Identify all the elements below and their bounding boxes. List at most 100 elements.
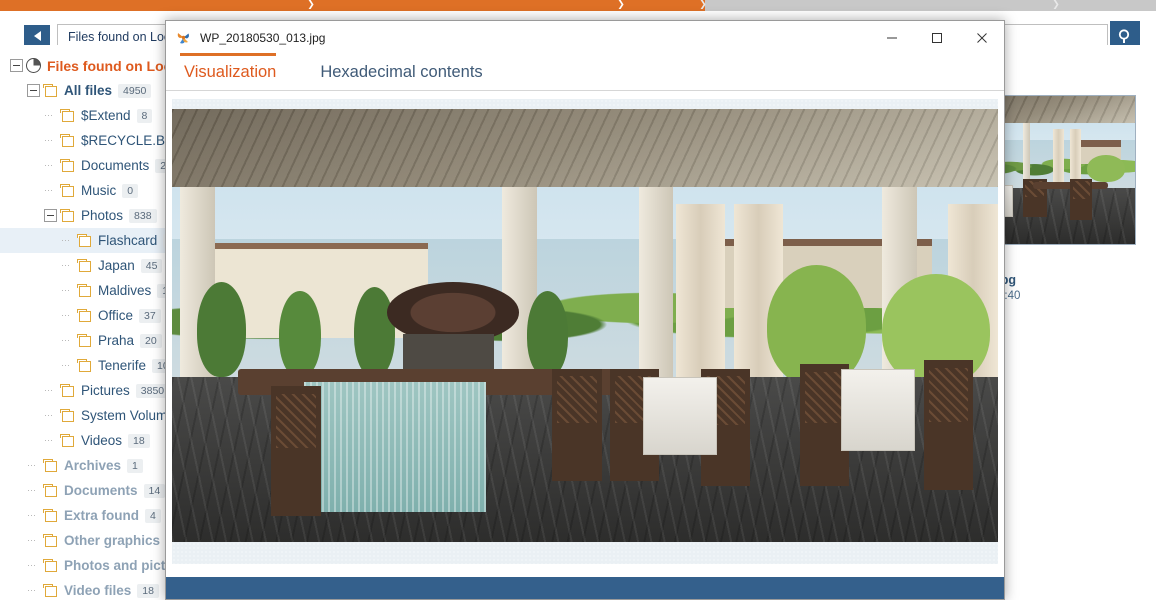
tree-node-label: Japan [98,258,135,273]
tree-node-count-badge: 14 [143,483,166,498]
dialog-footer-bar [166,577,1004,599]
wizard-progress-fill [0,0,706,11]
folder-icon [77,308,92,323]
viewer-top-padding [172,99,998,109]
folder-icon [60,183,75,198]
tree-node-label: Praha [98,333,135,348]
tree-node-connector [61,234,74,247]
tree-node-label: Pictures [81,383,130,398]
folder-icon [77,358,92,373]
folder-icon [60,158,75,173]
wizard-progress-strip: ❯ ❯ ❯ ❯ [0,0,1156,11]
tree-node-label: Maldives [98,283,152,298]
active-tab-accent [180,53,276,56]
wizard-step-chevron-2: ❯ [617,0,625,10]
tree-node-label: All files [64,83,113,98]
tree-node-count-badge: 20 [140,333,162,348]
folder-icon [43,508,58,523]
tree-node-label: $RECYCLE.BIN [81,133,179,148]
tree-node-connector [61,259,74,272]
tree-node-label: Documents [81,158,150,173]
maximize-icon [931,32,942,43]
tree-node-connector [61,334,74,347]
tree-node-count-badge: 18 [137,583,159,598]
tab-hexadecimal-contents[interactable]: Hexadecimal contents [316,63,498,90]
file-preview-dialog: WP_20180530_013.jpg Visualization Hexade… [165,20,1005,600]
tree-node-label: Other graphics [64,533,161,548]
tree-node-label: Videos [81,433,123,448]
tree-expander-toggle[interactable] [44,209,57,222]
folder-icon [43,483,58,498]
search-icon [1118,28,1129,43]
preview-photo [172,109,998,542]
folder-icon [77,283,92,298]
folder-icon [43,83,58,98]
tree-node-connector [44,409,57,422]
tree-node-count-badge: 37 [139,308,161,323]
tree-node-label: Office [98,308,134,323]
image-viewer[interactable] [172,99,998,564]
tree-node-connector [61,309,74,322]
folder-icon [77,258,92,273]
folder-icon [60,133,75,148]
minimize-button[interactable] [869,21,914,54]
tree-node-connector [27,534,40,547]
dialog-tab-bar[interactable]: Visualization Hexadecimal contents [166,53,1004,91]
viewer-bottom-padding [172,542,998,564]
dialog-title-text: WP_20180530_013.jpg [200,30,326,45]
tree-node-count-badge: 4950 [118,83,152,98]
folder-icon [43,583,58,598]
wizard-step-chevron-4: ❯ [1052,0,1060,10]
maximize-button[interactable] [914,21,959,54]
folder-icon [77,233,92,248]
tree-node-connector [44,184,57,197]
pie-chart-icon [26,58,41,73]
tree-node-connector [61,359,74,372]
folder-icon [60,433,75,448]
tree-node-label: Archives [64,458,122,473]
folder-icon [60,383,75,398]
tree-node-count-badge: 1 [127,458,143,473]
folder-icon [43,458,58,473]
tree-node-connector [61,284,74,297]
close-icon [976,32,987,43]
tree-node-count-badge: 45 [140,258,163,273]
close-button[interactable] [959,21,1004,54]
back-button[interactable] [24,25,50,47]
tree-node-label: $Extend [81,108,131,123]
folder-icon [60,408,75,423]
tab-hexadecimal-contents-label: Hexadecimal contents [320,63,483,81]
tree-node-count-badge: 838 [129,208,157,223]
tree-node-connector [44,109,57,122]
tree-node-connector [44,134,57,147]
folder-icon [43,533,58,548]
photo-tablecloth [304,381,486,512]
app-pinwheel-icon [175,29,192,46]
tree-node-label: Tenerife [98,358,147,373]
inactive-tab-accent [316,53,412,56]
tree-node-count-badge: 18 [128,433,150,448]
tree-node-connector [44,434,57,447]
tree-node-connector [27,559,40,572]
dialog-body [166,91,1004,599]
minimize-icon [886,37,897,38]
tree-node-label: Extra found [64,508,140,523]
tree-node-connector [27,484,40,497]
tree-node-label: Photos [81,208,124,223]
wizard-step-chevron-3: ❯ [699,0,707,10]
tree-node-label: Video files [64,583,132,598]
folder-icon [77,333,92,348]
tree-node-label: Documents [64,483,138,498]
tree-expander-toggle[interactable] [27,84,40,97]
tree-node-connector [27,584,40,597]
tree-node-label: Flashcard [98,233,158,248]
tree-node-connector [44,159,57,172]
window-controls [869,21,1004,54]
folder-icon [60,208,75,223]
tree-node-connector [44,384,57,397]
tree-node-connector [27,509,40,522]
tree-node-count-badge: 8 [136,108,153,123]
tree-expander-toggle[interactable] [10,59,23,72]
tab-visualization[interactable]: Visualization [180,53,292,90]
dialog-title-bar[interactable]: WP_20180530_013.jpg [166,21,1004,54]
